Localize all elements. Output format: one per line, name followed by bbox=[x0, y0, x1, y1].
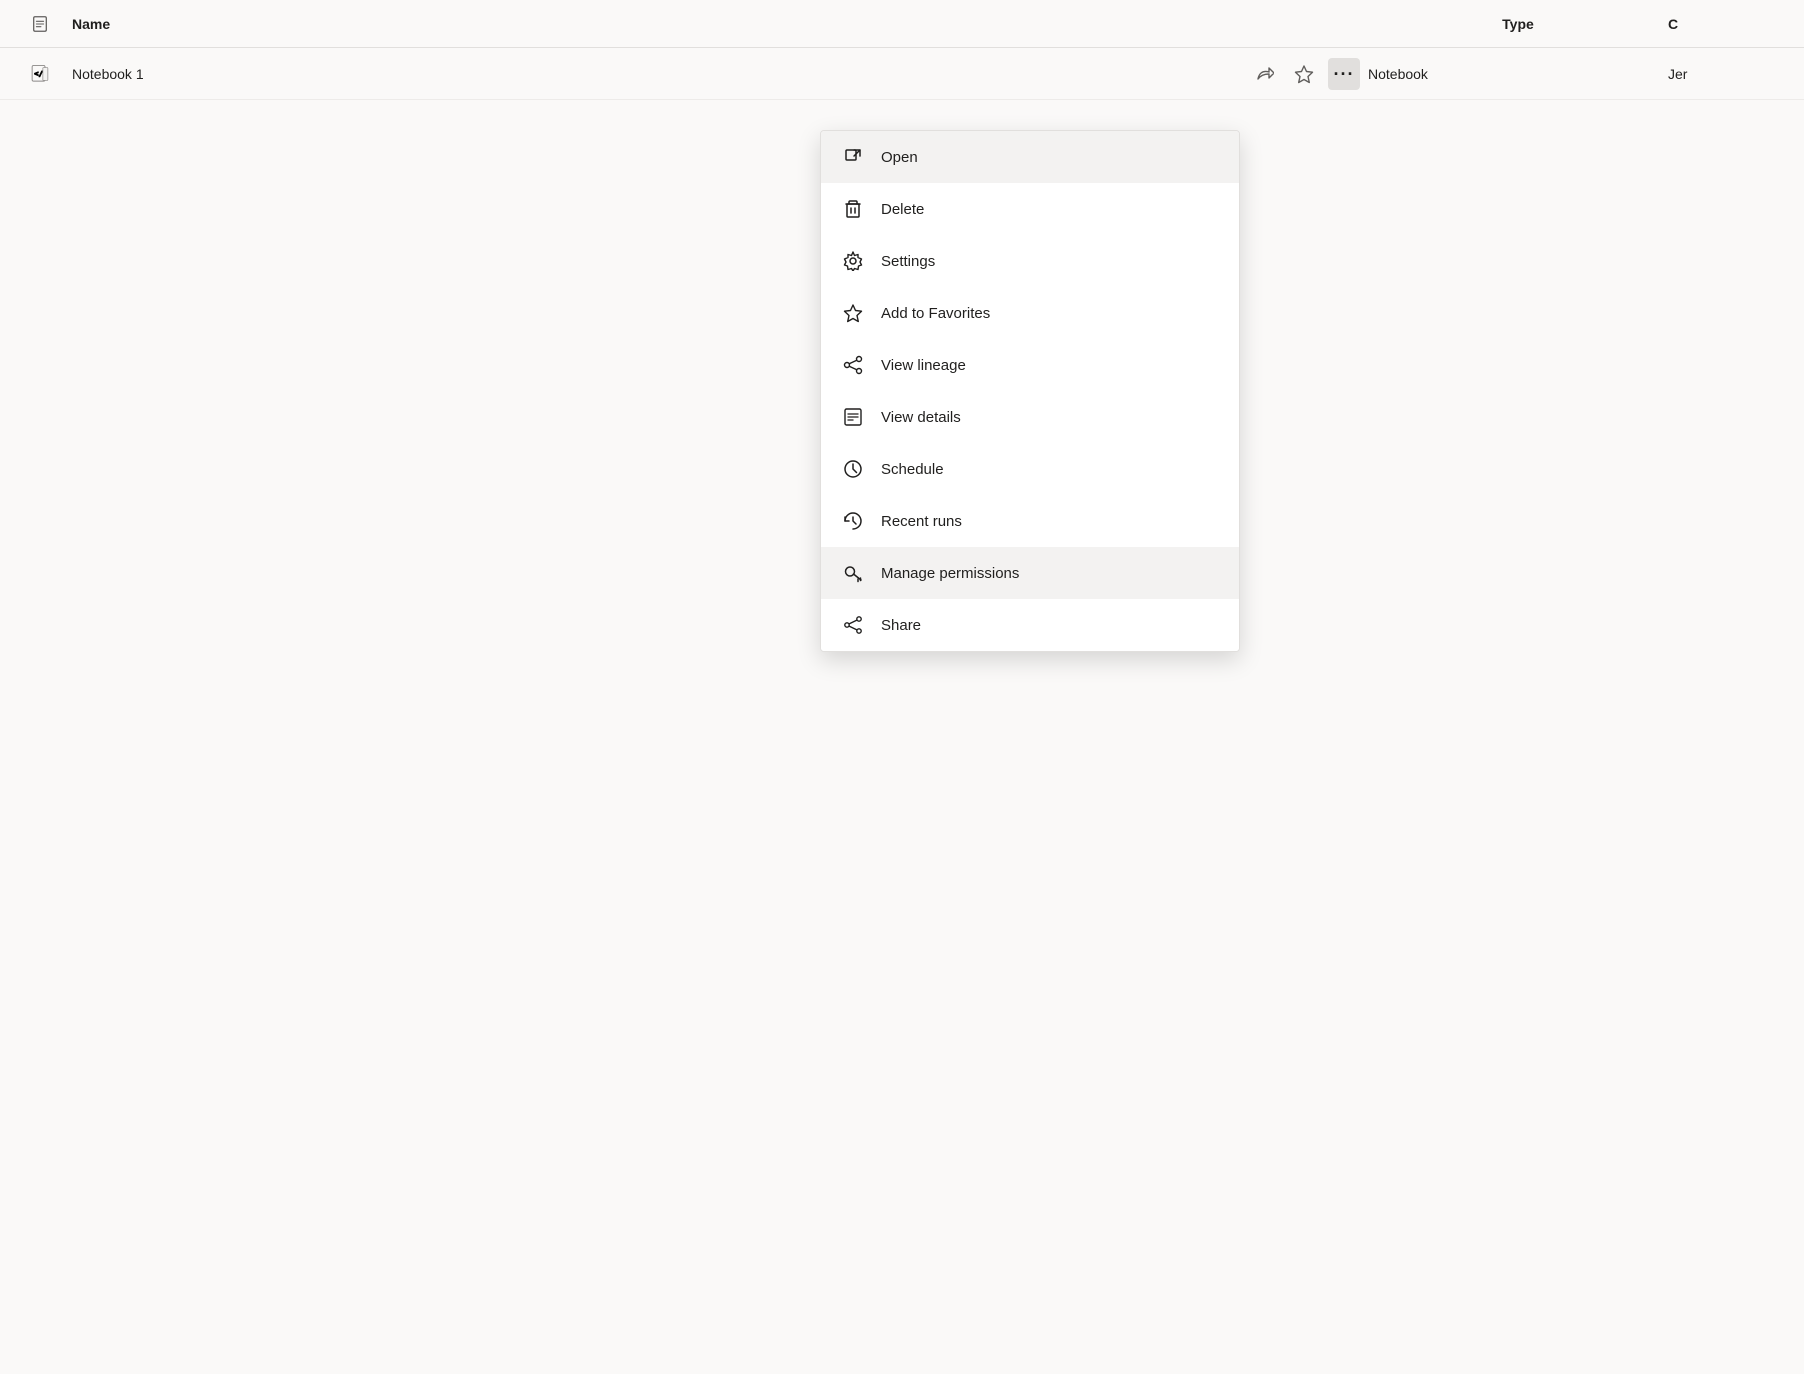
header-icon-cell bbox=[16, 15, 64, 33]
open-external-icon bbox=[841, 145, 865, 169]
document-header-icon bbox=[31, 15, 49, 33]
menu-item-delete[interactable]: Delete bbox=[821, 183, 1239, 235]
star-icon bbox=[1294, 64, 1314, 84]
gear-icon bbox=[841, 249, 865, 273]
menu-item-manage-permissions[interactable]: Manage permissions bbox=[821, 547, 1239, 599]
table-header: Name Type C bbox=[0, 0, 1804, 48]
menu-item-add-favorites[interactable]: Add to Favorites bbox=[821, 287, 1239, 339]
row-name-label: Notebook 1 bbox=[64, 66, 1248, 82]
share-menu-icon bbox=[841, 613, 865, 637]
key-icon bbox=[841, 561, 865, 585]
menu-delete-label: Delete bbox=[881, 201, 924, 218]
column-header-owner: C bbox=[1668, 16, 1788, 32]
menu-item-view-lineage[interactable]: View lineage bbox=[821, 339, 1239, 391]
share-icon bbox=[1254, 64, 1274, 84]
row-owner-label: Jer bbox=[1668, 66, 1788, 82]
trash-icon bbox=[841, 197, 865, 221]
favorite-action-button[interactable] bbox=[1288, 58, 1320, 90]
menu-item-recent-runs[interactable]: Recent runs bbox=[821, 495, 1239, 547]
star-menu-icon bbox=[841, 301, 865, 325]
menu-schedule-label: Schedule bbox=[881, 461, 944, 478]
clock-icon bbox=[841, 457, 865, 481]
column-header-name: Name bbox=[64, 16, 1368, 32]
menu-item-view-details[interactable]: View details bbox=[821, 391, 1239, 443]
menu-permissions-label: Manage permissions bbox=[881, 565, 1019, 582]
menu-open-label: Open bbox=[881, 149, 918, 166]
details-icon bbox=[841, 405, 865, 429]
menu-item-share[interactable]: Share bbox=[821, 599, 1239, 651]
more-actions-button[interactable]: ··· bbox=[1328, 58, 1360, 90]
menu-lineage-label: View lineage bbox=[881, 357, 966, 374]
table-row: </> Notebook 1 ··· Notebook Jer bbox=[0, 48, 1804, 100]
row-actions: ··· bbox=[1248, 58, 1360, 90]
menu-item-schedule[interactable]: Schedule bbox=[821, 443, 1239, 495]
lineage-icon bbox=[841, 353, 865, 377]
menu-item-open[interactable]: Open bbox=[821, 131, 1239, 183]
menu-recent-runs-label: Recent runs bbox=[881, 513, 962, 530]
menu-favorites-label: Add to Favorites bbox=[881, 305, 990, 322]
ellipsis-icon: ··· bbox=[1334, 65, 1355, 83]
notebook-icon: </> bbox=[30, 64, 50, 84]
menu-settings-label: Settings bbox=[881, 253, 935, 270]
column-header-type: Type bbox=[1368, 16, 1668, 32]
main-area: Name Type C </> Notebook 1 bbox=[0, 0, 1804, 1374]
row-type-label: Notebook bbox=[1368, 66, 1668, 82]
menu-details-label: View details bbox=[881, 409, 961, 426]
recent-runs-icon bbox=[841, 509, 865, 533]
context-menu: Open Delete Settings bbox=[820, 130, 1240, 652]
menu-item-settings[interactable]: Settings bbox=[821, 235, 1239, 287]
menu-share-label: Share bbox=[881, 617, 921, 634]
share-action-button[interactable] bbox=[1248, 58, 1280, 90]
row-icon-cell: </> bbox=[16, 64, 64, 84]
